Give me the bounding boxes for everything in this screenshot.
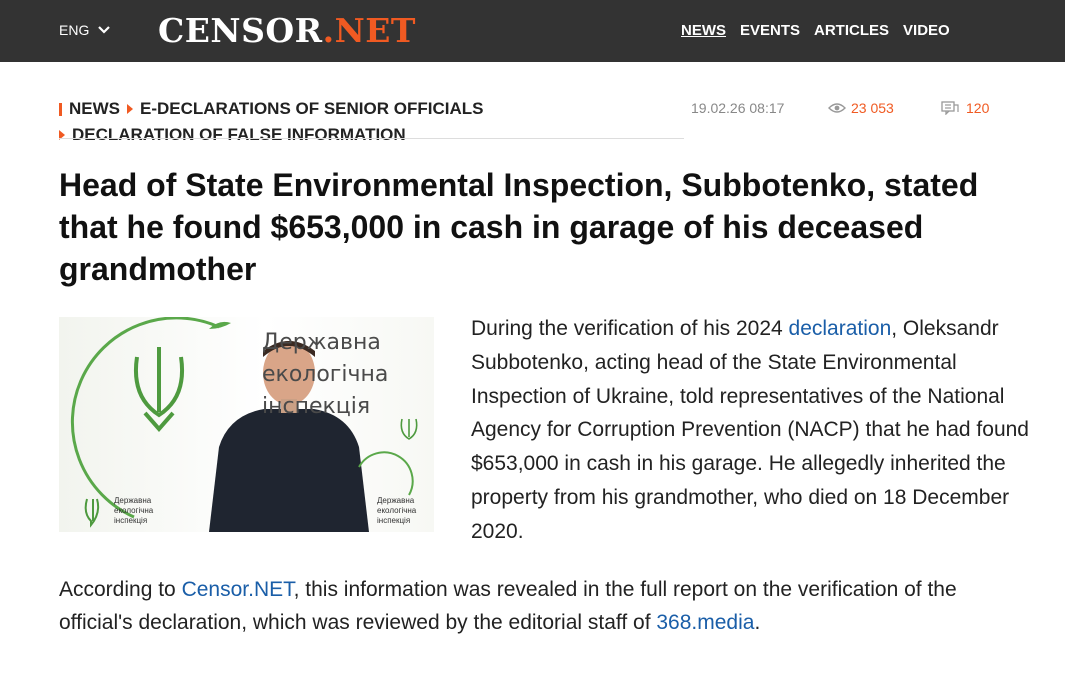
language-selector[interactable]: ENG: [59, 22, 111, 38]
p1-text-after: , Oleksandr Subbotenko, acting head of t…: [471, 317, 1029, 543]
breadcrumb-bar-marker: [59, 102, 62, 116]
declaration-link[interactable]: declaration: [789, 317, 892, 340]
logo-part-net: .NET: [322, 11, 416, 50]
photo-small-text-5: екологічна: [377, 506, 417, 515]
breadcrumb-item-e-declarations[interactable]: E-DECLARATIONS OF SENIOR OFFICIALS: [140, 99, 483, 119]
photo-small-text-3: інспекція: [114, 516, 147, 525]
breadcrumb: NEWS E-DECLARATIONS OF SENIOR OFFICIALS …: [59, 98, 483, 150]
nav-events[interactable]: EVENTS: [740, 22, 800, 39]
comment-icon: [941, 101, 959, 115]
breadcrumb-item-news[interactable]: NEWS: [69, 99, 120, 119]
article-paragraph-2: According to Censor.NET, this informatio…: [59, 573, 1034, 641]
breadcrumb-item-false-information[interactable]: DECLARATION OF FALSE INFORMATION: [72, 125, 406, 145]
article-title: Head of State Environmental Inspection, …: [59, 167, 979, 287]
photo-small-text-2: екологічна: [114, 506, 154, 515]
comments-count: 120: [966, 100, 990, 116]
breadcrumb-arrow-icon: [127, 104, 133, 114]
publish-datetime: 19.02.26 08:17: [691, 100, 785, 116]
nav-articles[interactable]: ARTICLES: [814, 22, 889, 39]
comments-counter[interactable]: 120: [941, 100, 989, 116]
article-photo[interactable]: Державна екологічна інспекція Державна е…: [59, 317, 434, 532]
top-navigation-bar: ENG CENSOR.NET NEWS EVENTS ARTICLES VIDE…: [0, 0, 1065, 62]
photo-text-line-3: інспекція: [262, 394, 370, 419]
nav-news[interactable]: NEWS: [681, 22, 726, 39]
censor-net-link[interactable]: Censor.NET: [182, 578, 294, 601]
main-nav: NEWS EVENTS ARTICLES VIDEO: [681, 22, 950, 39]
views-counter: 23 053: [828, 100, 894, 116]
article-body: Державна екологічна інспекція Державна е…: [59, 312, 1034, 664]
photo-text-line-2: екологічна: [262, 362, 388, 387]
language-label: ENG: [59, 22, 90, 38]
eye-icon: [828, 103, 846, 113]
breadcrumb-divider: [59, 138, 684, 139]
p2-text-before: According to: [59, 577, 182, 601]
photo-small-text-4: Державна: [377, 496, 415, 505]
photo-text-line-1: Державна: [262, 330, 381, 355]
368-media-link[interactable]: 368.media: [656, 611, 754, 634]
trident-emblem-icon: [134, 347, 184, 433]
p2-text-end: .: [754, 611, 761, 635]
p1-text-before: During the verification of his 2024: [471, 317, 789, 340]
views-count: 23 053: [851, 100, 894, 116]
photo-small-text-1: Державна: [114, 496, 152, 505]
nav-video[interactable]: VIDEO: [903, 22, 950, 39]
logo-part-censor: CENSOR: [158, 11, 323, 50]
photo-small-text-6: інспекція: [377, 516, 410, 525]
chevron-down-icon: [98, 26, 111, 34]
site-logo[interactable]: CENSOR.NET: [158, 12, 416, 50]
